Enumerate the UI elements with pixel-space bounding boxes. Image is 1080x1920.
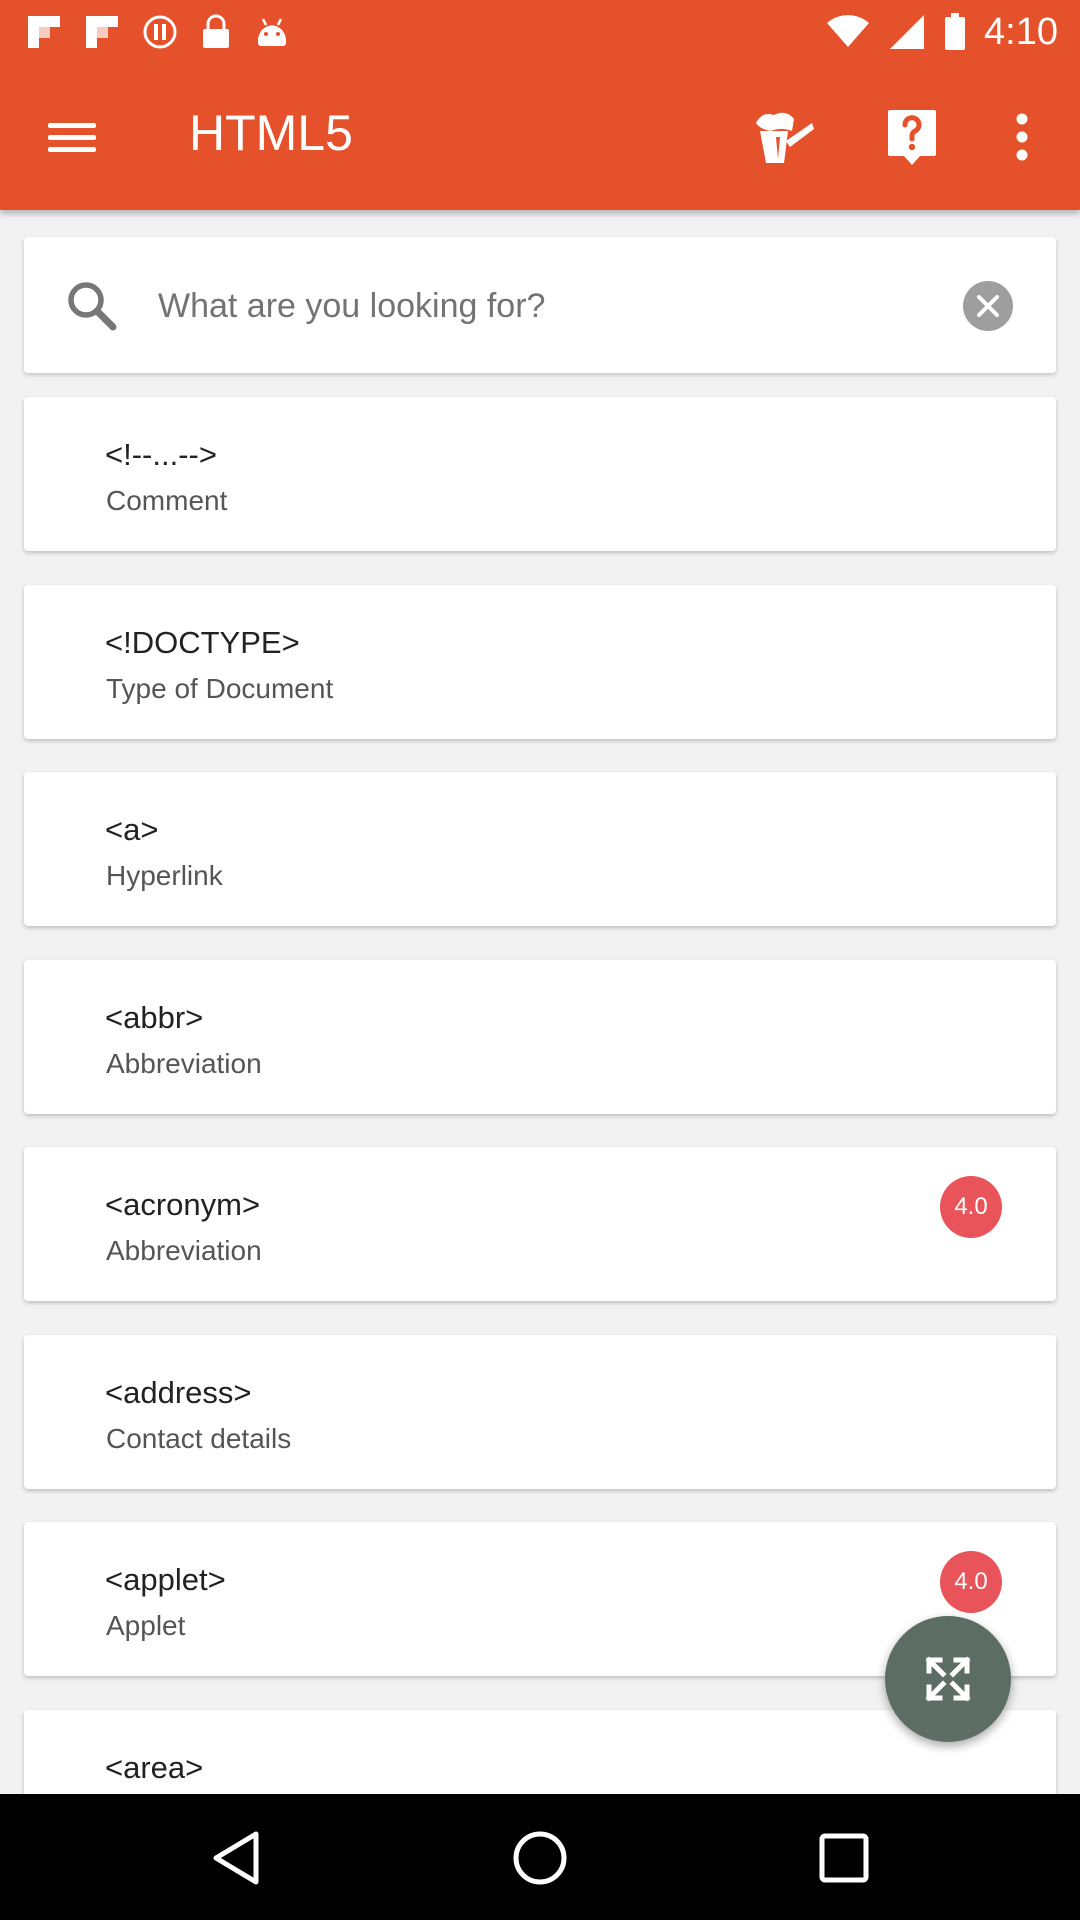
lock-icon — [203, 14, 229, 48]
menu-icon — [48, 123, 96, 128]
clear-search-button[interactable] — [963, 281, 1013, 331]
item-tag: <abbr> — [105, 1000, 204, 1035]
item-tag: <acronym> — [105, 1187, 261, 1222]
menu-button[interactable] — [44, 111, 100, 163]
search-input[interactable] — [156, 271, 920, 341]
list-item-a[interactable]: <a> Hyperlink — [24, 772, 1056, 926]
notification-icons — [26, 12, 290, 52]
search-icon[interactable] — [64, 278, 120, 334]
search-bar — [24, 237, 1056, 373]
back-button[interactable] — [200, 1822, 272, 1894]
shop-icon — [756, 112, 814, 163]
more-options-button[interactable] — [990, 105, 1054, 169]
list-item-address[interactable]: <address> Contact details — [24, 1335, 1056, 1489]
app-icon — [143, 15, 177, 49]
clock: 4:10 — [984, 10, 1058, 53]
more-icon — [1016, 113, 1028, 161]
list-item-abbr[interactable]: <abbr> Abbreviation — [24, 960, 1056, 1114]
item-tag: <applet> — [105, 1562, 226, 1597]
list-item-acronym[interactable]: <acronym> Abbreviation 4.0 — [24, 1147, 1056, 1301]
menu-icon-bar — [48, 147, 96, 152]
home-button[interactable] — [504, 1822, 576, 1894]
item-description: Hyperlink — [106, 860, 223, 891]
android-icon — [258, 18, 286, 46]
version-badge: 4.0 — [940, 1176, 1002, 1238]
item-tag: <a> — [105, 812, 159, 847]
battery-icon — [945, 13, 966, 50]
list-item-doctype[interactable]: <!DOCTYPE> Type of Document — [24, 585, 1056, 739]
status-bar: 4:10 — [0, 0, 1080, 63]
item-tag: <area> — [105, 1750, 204, 1785]
item-description: Contact details — [106, 1423, 292, 1454]
item-description: Abbreviation — [106, 1048, 262, 1079]
menu-icon-bar — [48, 135, 96, 140]
recents-button[interactable] — [808, 1822, 880, 1894]
system-status: 4:10 — [826, 8, 1058, 56]
recents-icon — [819, 1833, 869, 1883]
item-description: Applet — [106, 1610, 186, 1641]
item-tag: <!--...--> — [105, 437, 217, 472]
home-icon — [513, 1831, 567, 1885]
wifi-icon — [827, 15, 870, 47]
item-description: Comment — [106, 485, 228, 516]
expand-icon — [925, 1656, 971, 1702]
close-icon — [977, 295, 999, 317]
list-item-comment[interactable]: <!--...--> Comment — [24, 397, 1056, 551]
version-badge: 4.0 — [940, 1551, 1002, 1613]
item-description: Abbreviation — [106, 1235, 262, 1266]
navigation-bar — [0, 1794, 1080, 1920]
shop-button[interactable] — [752, 105, 816, 169]
signal-icon — [890, 15, 925, 49]
help-button[interactable] — [880, 105, 944, 169]
help-icon — [888, 110, 936, 165]
item-tag: <!DOCTYPE> — [105, 625, 300, 660]
flipboard-icon — [86, 16, 118, 48]
item-description: Type of Document — [106, 673, 334, 704]
app-bar: HTML5 — [0, 63, 1080, 210]
expand-button[interactable] — [885, 1616, 1011, 1742]
page-title: HTML5 — [189, 105, 353, 161]
flipboard-icon — [28, 16, 60, 48]
item-tag: <address> — [105, 1375, 252, 1410]
back-icon — [213, 1831, 259, 1885]
